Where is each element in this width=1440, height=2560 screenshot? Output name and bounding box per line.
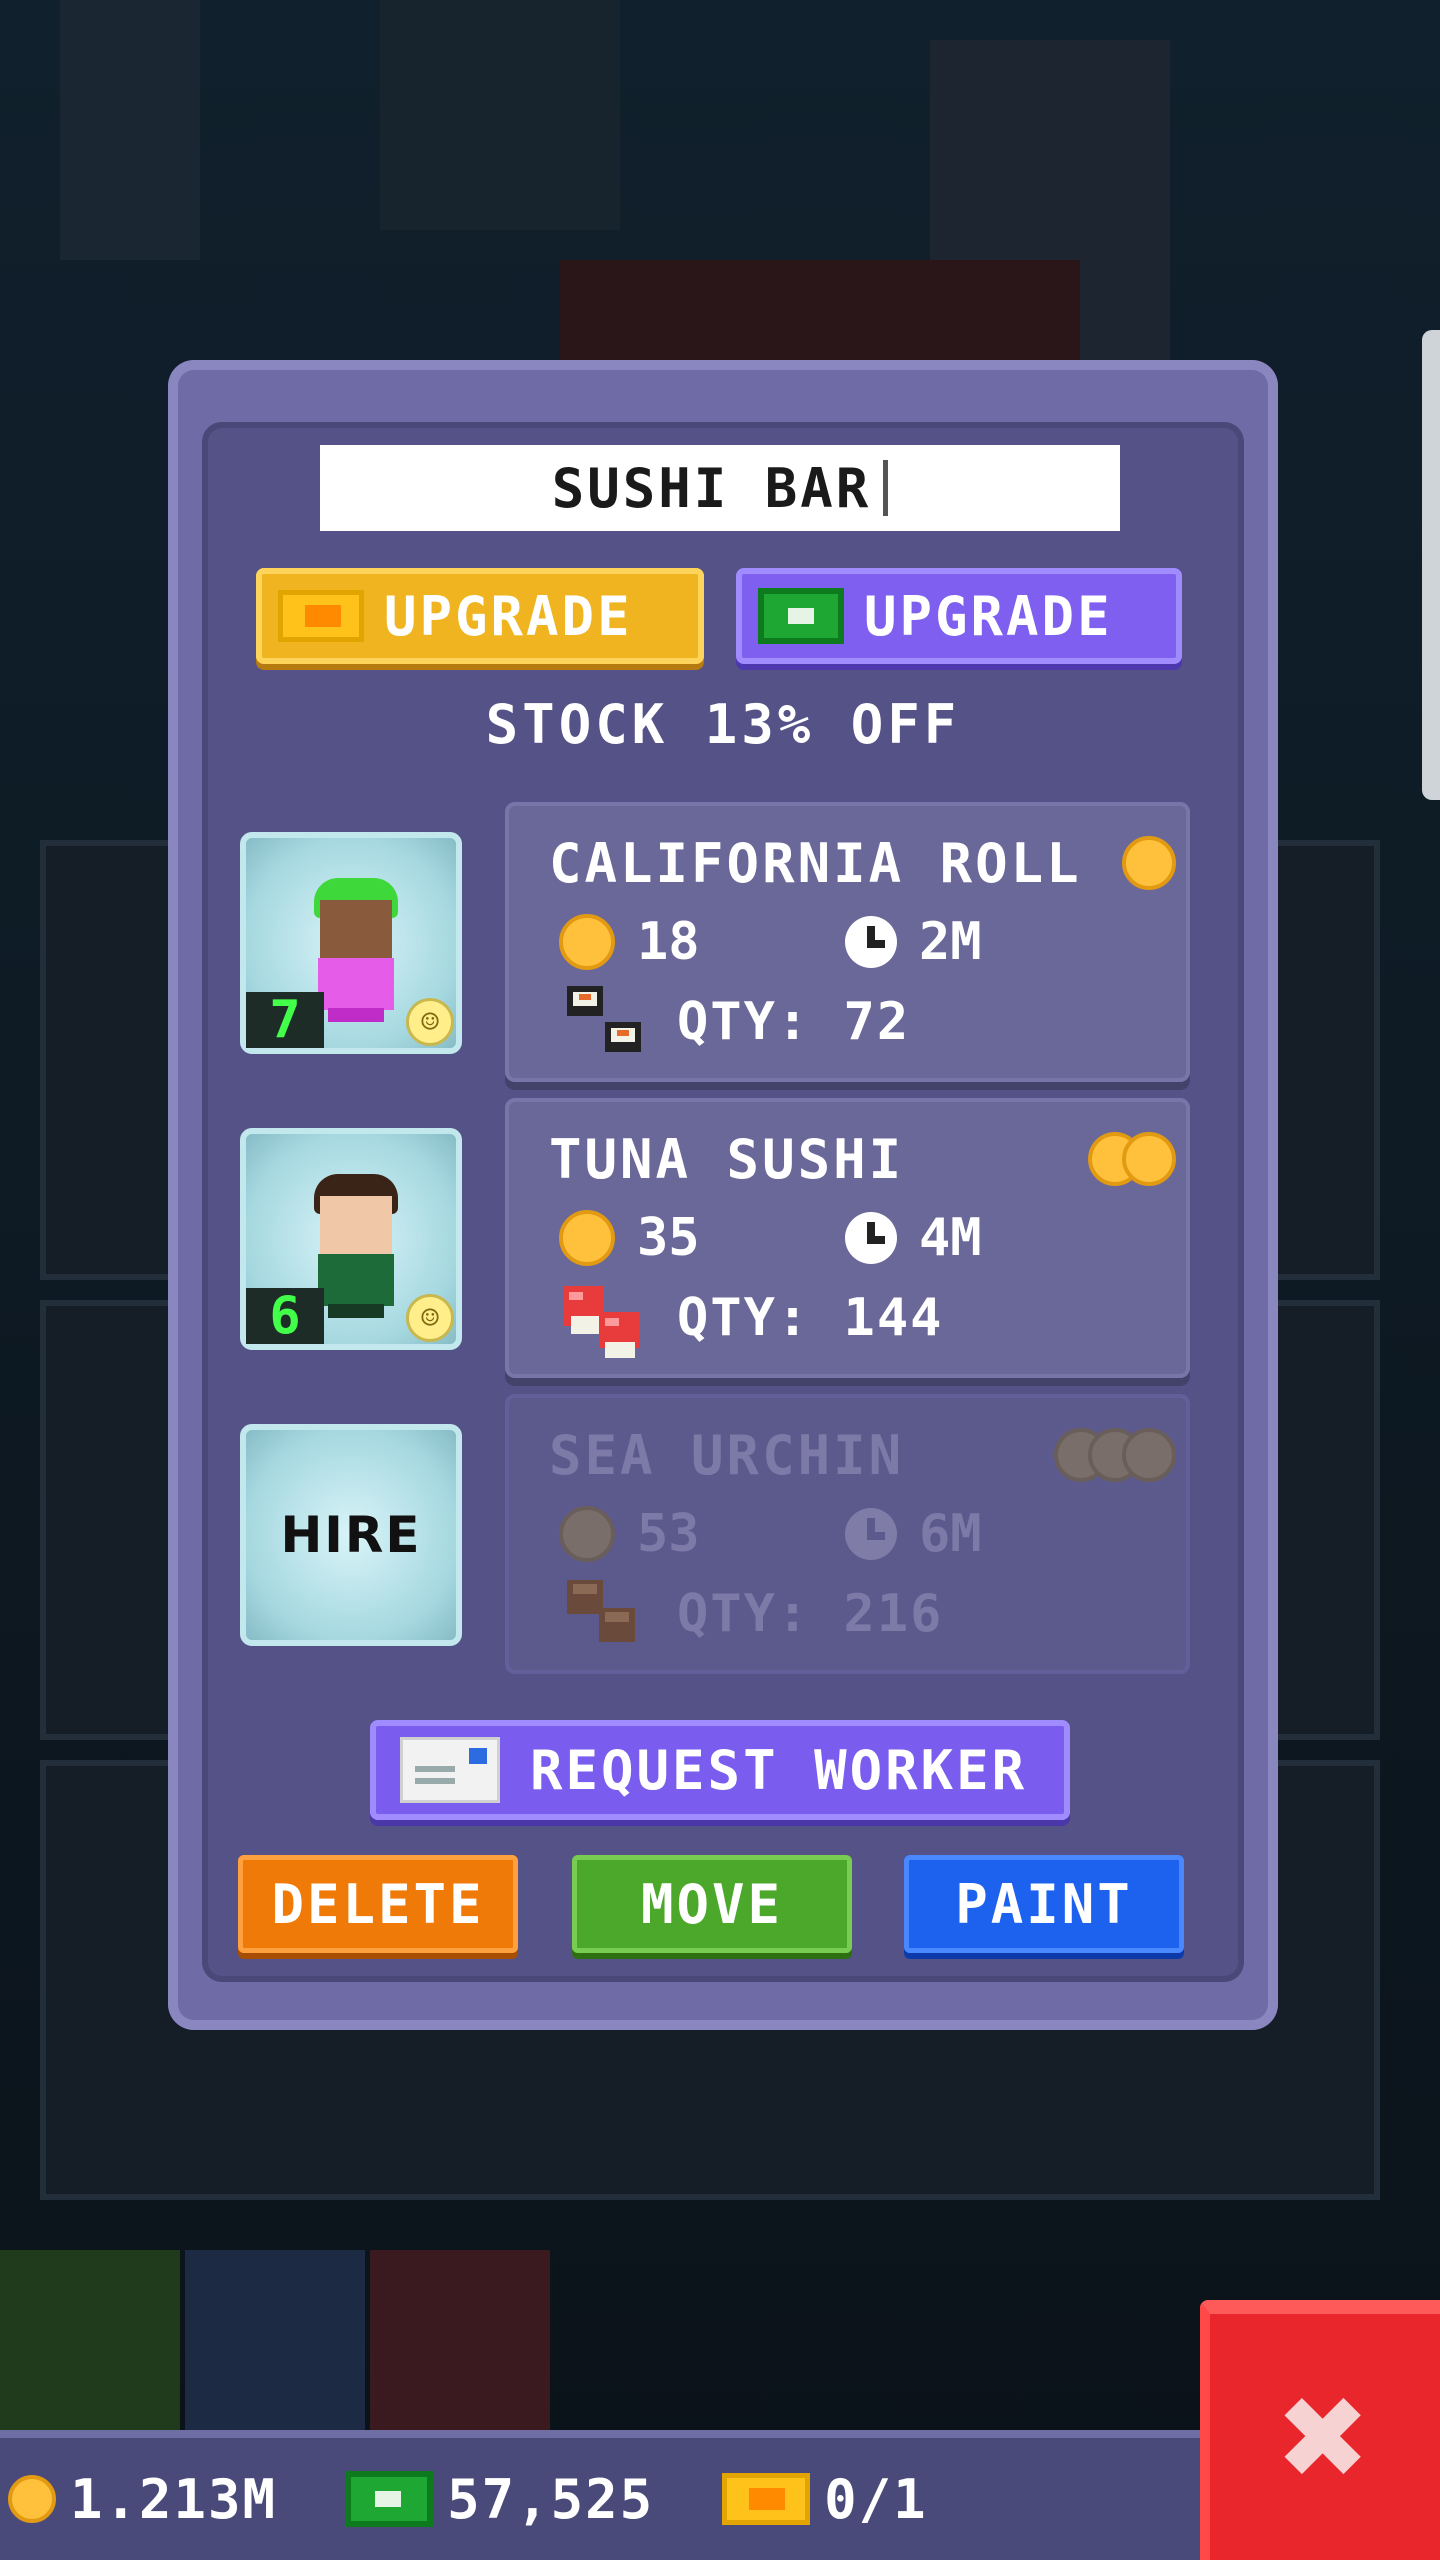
product-qty: QTY: 216 xyxy=(677,1584,944,1644)
product-card-1[interactable]: CALIFORNIA ROLL 18 2M QTY: 72 xyxy=(505,802,1190,1082)
upgrade-bux-label: UPGRADE xyxy=(864,584,1113,648)
upgrade-ticket-label: UPGRADE xyxy=(384,584,633,648)
paint-button[interactable]: PAINT xyxy=(904,1855,1184,1953)
product-price: 53 xyxy=(559,1504,700,1564)
product-name: CALIFORNIA ROLL xyxy=(549,832,1082,895)
product-card-3[interactable]: SEA URCHIN 53 6M QTY: 216 xyxy=(505,1394,1190,1674)
coin-icon xyxy=(1122,1428,1176,1482)
product-tier xyxy=(1088,1132,1176,1186)
toolbar-coins-button[interactable] xyxy=(0,2250,180,2430)
tuna-sushi-icon xyxy=(559,1276,659,1366)
bux-icon xyxy=(345,2471,434,2527)
currency-status-bar: 1.213M 57,525 0/1 xyxy=(0,2430,1200,2560)
product-qty: QTY: 72 xyxy=(677,992,911,1052)
worker-body xyxy=(318,958,394,1010)
product-tier xyxy=(1054,1428,1176,1482)
bux-icon xyxy=(758,588,844,644)
coin-icon xyxy=(559,914,615,970)
worker-body xyxy=(318,1254,394,1306)
coins-value: 1.213M xyxy=(70,2467,278,2531)
upgrade-ticket-button[interactable]: UPGRADE xyxy=(256,568,704,664)
coin-icon xyxy=(559,1210,615,1266)
happy-face-icon: ☺ xyxy=(406,998,454,1046)
envelope-icon xyxy=(400,1737,500,1803)
text-caret xyxy=(883,460,889,516)
hire-worker-slot[interactable]: HIRE xyxy=(240,1424,462,1646)
hire-label: HIRE xyxy=(280,1506,422,1564)
bux-value: 57,525 xyxy=(447,2467,655,2531)
product-tier xyxy=(1122,836,1176,890)
product-time-value: 2M xyxy=(919,912,982,972)
coin-icon xyxy=(1122,1132,1176,1186)
worker-face xyxy=(320,900,392,960)
close-button[interactable]: ✖ xyxy=(1200,2300,1440,2560)
product-price-value: 35 xyxy=(637,1208,700,1268)
product-time: 6M xyxy=(845,1504,982,1564)
worker-face xyxy=(320,1196,392,1256)
request-worker-label: REQUEST WORKER xyxy=(530,1738,1028,1802)
worker-legs xyxy=(328,1304,384,1318)
product-time: 4M xyxy=(845,1208,982,1268)
toolbar-elevator-button[interactable] xyxy=(370,2250,550,2430)
product-time-value: 4M xyxy=(919,1208,982,1268)
product-price-value: 18 xyxy=(637,912,700,972)
request-worker-button[interactable]: REQUEST WORKER xyxy=(370,1720,1070,1820)
product-name: SEA URCHIN xyxy=(549,1424,905,1487)
happy-face-icon: ☺ xyxy=(406,1294,454,1342)
toolbar-build-button[interactable] xyxy=(185,2250,365,2430)
clock-icon xyxy=(845,1508,897,1560)
building-name-input[interactable]: SUSHI BAR xyxy=(320,445,1120,531)
ticket-icon xyxy=(722,2473,811,2525)
clock-icon xyxy=(845,1212,897,1264)
sea-urchin-icon xyxy=(559,1572,659,1662)
product-price-value: 53 xyxy=(637,1504,700,1564)
delete-button[interactable]: DELETE xyxy=(238,1855,518,1953)
product-card-2[interactable]: TUNA SUSHI 35 4M QTY: 144 xyxy=(505,1098,1190,1378)
product-time: 2M xyxy=(845,912,982,972)
side-tab[interactable] xyxy=(1422,330,1440,800)
worker-legs xyxy=(328,1008,384,1022)
coin-icon xyxy=(8,2475,56,2523)
product-price: 35 xyxy=(559,1208,700,1268)
product-time-value: 6M xyxy=(919,1504,982,1564)
close-icon: ✖ xyxy=(1279,2350,1371,2524)
product-price: 18 xyxy=(559,912,700,972)
worker-slot-1[interactable]: 7 ☺ xyxy=(240,832,462,1054)
tickets-value: 0/1 xyxy=(824,2467,928,2531)
building-name-text: SUSHI BAR xyxy=(551,456,872,520)
clock-icon xyxy=(845,916,897,968)
stock-discount-text: STOCK 13% OFF xyxy=(485,693,961,756)
coin-icon xyxy=(1122,836,1176,890)
worker-level-badge: 6 xyxy=(246,1286,324,1346)
ticket-icon xyxy=(278,590,364,642)
move-button[interactable]: MOVE xyxy=(572,1855,852,1953)
worker-level-badge: 7 xyxy=(246,990,324,1050)
worker-slot-2[interactable]: 6 ☺ xyxy=(240,1128,462,1350)
product-qty: QTY: 144 xyxy=(677,1288,944,1348)
coin-icon xyxy=(559,1506,615,1562)
california-roll-icon xyxy=(559,980,659,1070)
product-name: TUNA SUSHI xyxy=(549,1128,905,1191)
upgrade-bux-button[interactable]: UPGRADE xyxy=(736,568,1182,664)
